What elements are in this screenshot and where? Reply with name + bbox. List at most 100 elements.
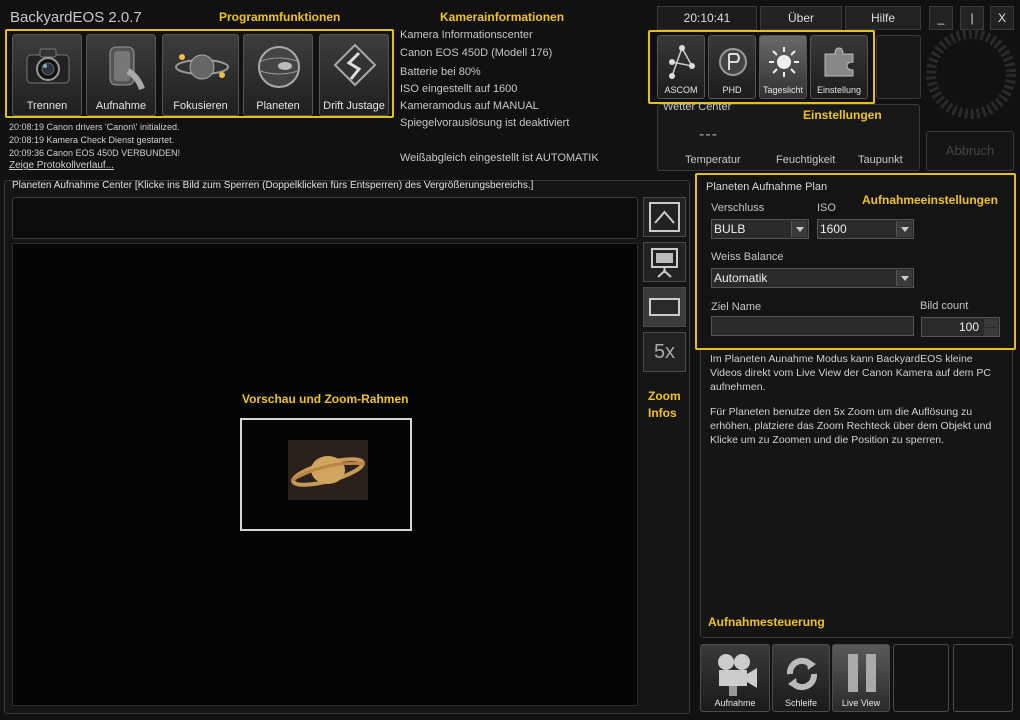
toolbar-button-fokusieren[interactable]: Fokusieren — [162, 34, 239, 116]
camera-white-balance: Weißabgleich eingestellt ist AUTOMATIK — [400, 152, 599, 164]
settings-button-label: PHD — [722, 85, 742, 95]
about-button[interactable]: Über — [760, 6, 842, 30]
toolbar-button-label: Fokusieren — [173, 100, 228, 112]
log-line: 20:09:36 Canon EOS 450D VERBUNDEN! — [9, 148, 181, 158]
empty-control-slot — [953, 644, 1013, 712]
settings-button-tageslicht[interactable]: Tageslicht — [759, 35, 807, 99]
preview-strip — [12, 197, 638, 239]
phd-icon — [719, 48, 747, 76]
image-count-value: 100 — [958, 320, 979, 334]
toolbar-button-label: Trennen — [26, 100, 68, 112]
close-button[interactable]: X — [990, 6, 1014, 30]
settings-button-label: Tageslicht — [762, 85, 804, 95]
live-view-button[interactable]: Live View — [832, 644, 890, 712]
capture-center-title: Planeten Aufnahme Center [Klicke ins Bil… — [12, 180, 534, 191]
restore-button[interactable]: | — [960, 6, 984, 30]
chevron-down-icon — [791, 221, 807, 237]
sun-icon — [769, 47, 799, 77]
film-roll-icon — [109, 46, 145, 91]
shutter-label: Verschluss — [711, 202, 765, 214]
settings-button-label: ASCOM — [664, 85, 698, 95]
toolbar-button-label: Drift Justage — [323, 100, 385, 112]
toolbar-button-label: Aufnahme — [95, 100, 147, 112]
camera-mode: Kameramodus auf MANUAL — [400, 100, 539, 112]
annotation-vorschau: Vorschau und Zoom-Rahmen — [242, 392, 409, 406]
camera-model: Canon EOS 450D (Modell 176) — [400, 47, 553, 59]
loop-button[interactable]: Schleife — [772, 644, 830, 712]
annotation-zoom: Zoom — [648, 389, 681, 403]
iso-value: 1600 — [820, 222, 847, 236]
settings-button-label: Einstellung — [816, 85, 862, 95]
target-name-input[interactable] — [711, 316, 914, 336]
log-history-link[interactable]: Zeige Protokollverlauf... — [9, 160, 114, 171]
weather-value: --- — [699, 126, 718, 143]
toolbar-button-planeten[interactable]: Planeten — [243, 34, 313, 116]
log-line: 20:08:19 Kamera Check Dienst gestartet. — [9, 135, 175, 145]
camera-info-header: Kamera Informationscenter — [400, 29, 533, 41]
iso-select[interactable]: 1600 — [817, 219, 914, 239]
saturn-image — [288, 440, 368, 500]
white-balance-select[interactable]: Automatik — [711, 268, 914, 288]
zoom-frame[interactable] — [240, 418, 412, 531]
camera-battery: Batterie bei 80% — [400, 66, 481, 78]
annotation-programmfunktionen: Programmfunktionen — [219, 10, 341, 24]
pause-icon — [848, 654, 876, 692]
abort-button[interactable]: Abbruch — [926, 131, 1014, 171]
empty-control-slot — [893, 644, 949, 712]
chevron-down-icon — [896, 221, 912, 237]
white-balance-label: Weiss Balance — [711, 251, 784, 263]
presentation-button[interactable] — [643, 242, 686, 282]
toolbar-button-trennen[interactable]: Trennen — [12, 34, 82, 116]
rectangle-icon — [649, 298, 680, 316]
camera-mirror-lockup: Spiegelvorauslösung ist deaktiviert — [400, 117, 570, 129]
target-name-label: Ziel Name — [711, 301, 762, 313]
log-line: 20:08:19 Canon drivers 'Canon\' initiali… — [9, 122, 180, 132]
loop-label: Schleife — [784, 698, 818, 708]
stepper-up-icon[interactable] — [984, 319, 998, 327]
annotation-aufnahmeeinstellungen: Aufnahmeeinstellungen — [862, 193, 999, 207]
annotation-infos: Infos — [648, 406, 677, 420]
progress-dial — [926, 29, 1016, 119]
movie-camera-icon — [718, 654, 757, 696]
temperature-label: Temperatur — [685, 154, 741, 166]
annotation-aufnahmesteuerung: Aufnahmesteuerung — [708, 615, 825, 629]
shutter-select[interactable]: BULB — [711, 219, 809, 239]
plan-info-text-1: Im Planeten Aunahme Modus kann BackyardE… — [710, 353, 991, 393]
toolbar-button-aufnahme[interactable]: Aufnahme — [86, 34, 156, 116]
loop-icon — [786, 657, 818, 691]
zoom-up-button[interactable] — [643, 197, 686, 237]
weather-title: Wetter Center — [663, 101, 732, 113]
planet-focus-icon — [175, 54, 229, 80]
chevron-up-icon — [649, 202, 680, 232]
settings-button-einstellung[interactable]: Einstellung — [810, 35, 868, 99]
record-button[interactable]: Aufnahme — [700, 644, 770, 712]
stepper-down-icon[interactable] — [984, 328, 998, 336]
plan-info-text-2: Für Planeten benutze den 5x Zoom um die … — [710, 406, 992, 446]
image-count-label: Bild count — [920, 300, 969, 312]
toolbar-button-label: Planeten — [256, 100, 300, 112]
help-button[interactable]: Hilfe — [845, 6, 921, 30]
puzzle-icon — [824, 47, 854, 77]
empty-slot — [876, 35, 921, 99]
chevron-down-icon — [896, 270, 912, 286]
humidity-label: Feuchtigkeit — [776, 154, 836, 166]
drift-icon — [333, 43, 377, 87]
ascom-icon — [669, 45, 695, 79]
app-title: BackyardEOS 2.0.7 — [10, 9, 142, 26]
camera-iso: ISO eingestellt auf 1600 — [400, 83, 518, 95]
settings-button-phd[interactable]: PHD — [708, 35, 756, 99]
presentation-icon — [651, 248, 678, 278]
settings-button-ascom[interactable]: ASCOM — [657, 35, 705, 99]
zoom-5x-button[interactable]: 5x — [643, 332, 686, 372]
record-label: Aufnahme — [714, 698, 756, 708]
annotation-kamerainformationen: Kamerainformationen — [440, 10, 565, 24]
iso-label: ISO — [817, 202, 836, 214]
minimize-button[interactable]: _ — [929, 6, 953, 30]
white-balance-value: Automatik — [714, 271, 768, 285]
image-count-stepper[interactable]: 100 — [921, 317, 1000, 337]
planet-icon — [258, 46, 300, 88]
shutter-value: BULB — [714, 222, 746, 236]
toolbar-button-drift-justage[interactable]: Drift Justage — [319, 34, 389, 116]
annotation-einstellungen: Einstellungen — [803, 108, 882, 122]
frame-toggle-button[interactable] — [643, 287, 686, 327]
